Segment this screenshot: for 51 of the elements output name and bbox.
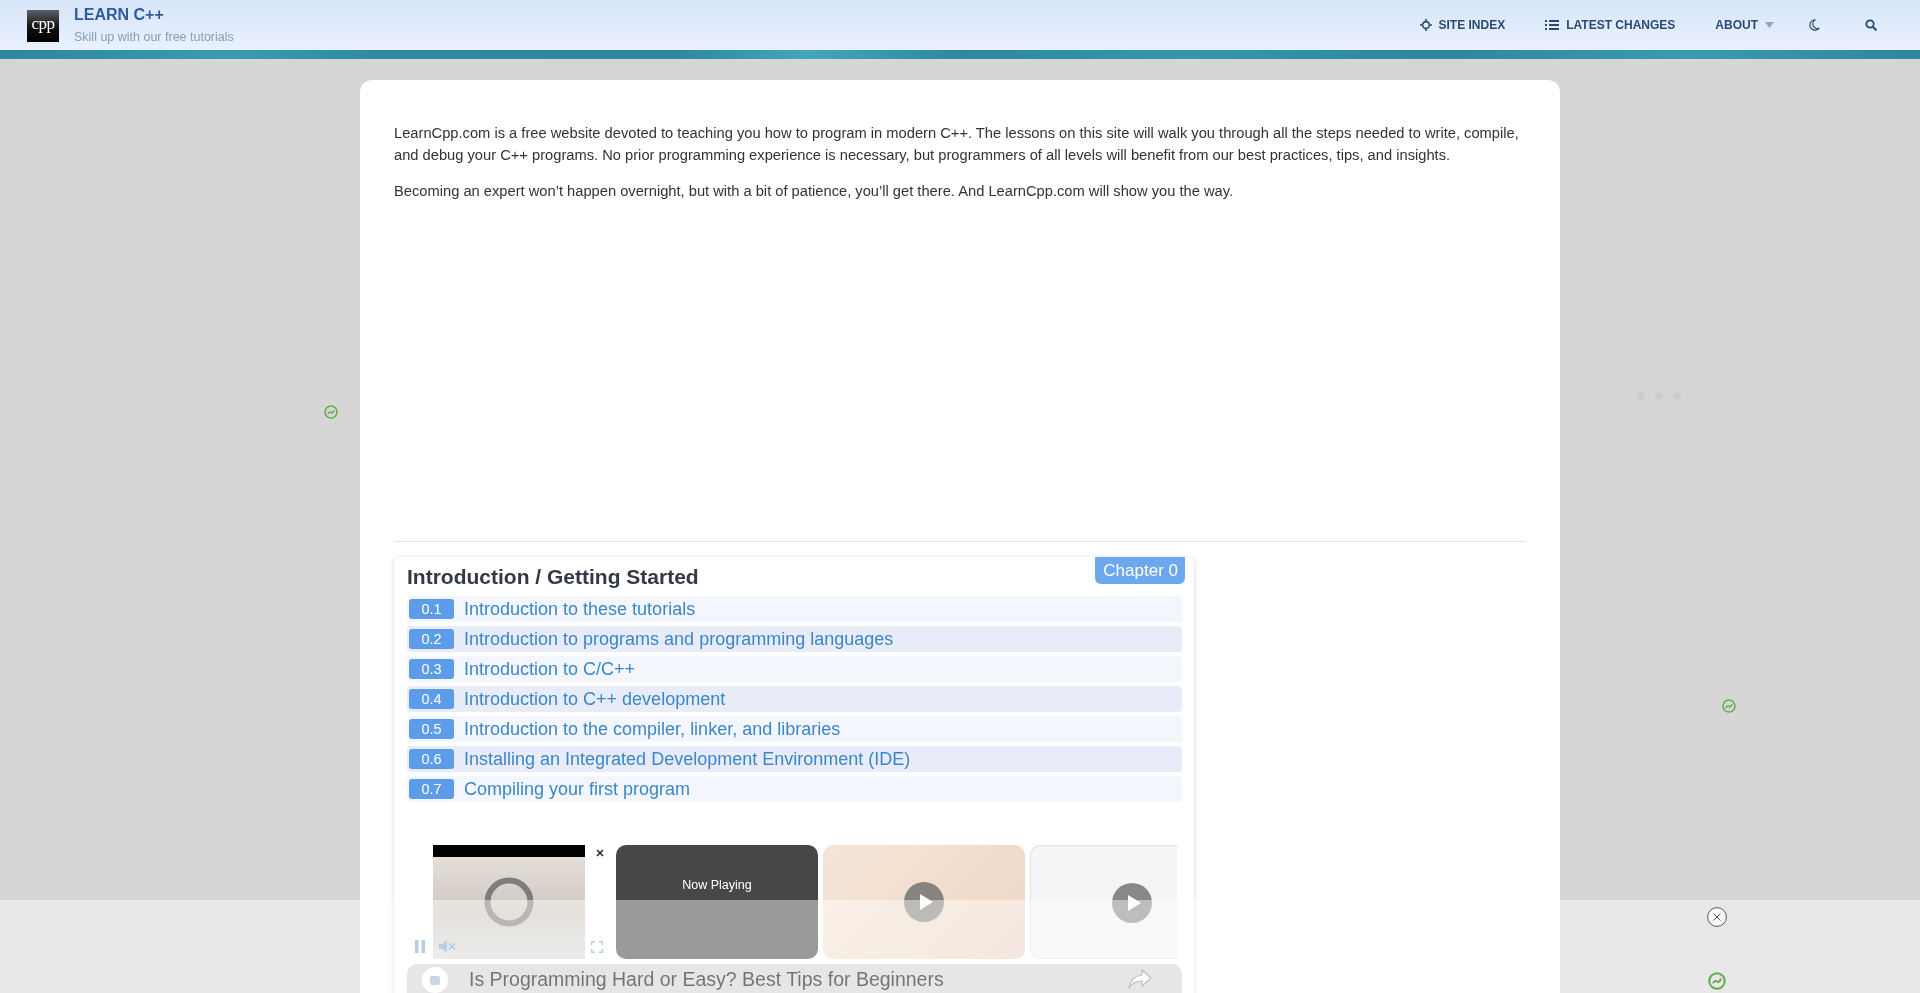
lesson-number: 0.6 bbox=[409, 749, 454, 769]
lesson-row[interactable]: 0.1 Introduction to these tutorials bbox=[407, 596, 1182, 622]
lesson-link[interactable]: Introduction to C++ development bbox=[464, 688, 726, 710]
lesson-row[interactable]: 0.3 Introduction to C/C++ bbox=[407, 656, 1182, 682]
ring-squiggle-icon bbox=[324, 405, 338, 419]
share-icon[interactable] bbox=[1128, 969, 1152, 989]
close-icon[interactable] bbox=[1707, 907, 1727, 927]
video-thumbnail[interactable] bbox=[823, 845, 1025, 959]
video-thumbnail[interactable]: Now Playing bbox=[616, 845, 818, 959]
video-title[interactable]: Is Programming Hard or Easy? Best Tips for Beginners bbox=[469, 968, 944, 990]
site-tagline: Skill up with our free tutorials bbox=[74, 29, 234, 45]
lesson-number: 0.4 bbox=[409, 689, 454, 709]
avatar-icon bbox=[422, 967, 448, 993]
intro-paragraph: Becoming an expert won’t happen overnight, but with a bit of patience, you’ll get there. And LearnCpp.com will show you the way. bbox=[394, 182, 1235, 201]
lesson-link[interactable]: Introduction to C/C++ bbox=[464, 658, 636, 680]
chapter-badge: Chapter 0 bbox=[1095, 557, 1185, 584]
lesson-row[interactable]: 0.6 Installing an Integrated Development Environment (IDE) bbox=[407, 746, 1182, 772]
play-icon[interactable] bbox=[904, 882, 944, 922]
nav-link[interactable]: LATEST CHANGES bbox=[1545, 18, 1676, 32]
ring-squiggle-icon bbox=[1708, 972, 1726, 990]
nav-link[interactable]: SITE INDEX bbox=[1419, 18, 1506, 32]
nav-dropdown[interactable]: ABOUT bbox=[1715, 18, 1774, 32]
caret-icon bbox=[1765, 22, 1774, 28]
lesson-link[interactable]: Compiling your first program bbox=[464, 778, 691, 800]
lesson-number: 0.5 bbox=[409, 719, 454, 739]
lesson-row[interactable]: 0.5 Introduction to the compiler, linker, and libraries bbox=[407, 716, 1182, 742]
lesson-row[interactable]: 0.7 Compiling your first program bbox=[407, 776, 1182, 802]
video-thumbnail[interactable] bbox=[1030, 845, 1177, 959]
video-thumbnail[interactable] bbox=[433, 845, 585, 959]
intro-paragraph: LearnCpp.com is a free website devoted to teaching you how to program in modern C++. The lessons on this site will walk you through all the steps needed to write, compile, and debug your C++ programs. No prior programming experience is necessary, but programmers of all levels will benefit from our best practices, tips, and insights. bbox=[394, 124, 1520, 165]
crosshair-icon bbox=[1419, 19, 1432, 31]
lesson-link[interactable]: Introduction to the compiler, linker, and libraries bbox=[464, 718, 841, 740]
chapter-title: Introduction / Getting Started bbox=[407, 564, 699, 589]
lesson-link[interactable]: Installing an Integrated Development Environment (IDE) bbox=[464, 748, 911, 770]
search-icon[interactable] bbox=[1865, 19, 1877, 31]
lesson-link[interactable]: Introduction to programs and programming languages bbox=[464, 628, 894, 650]
ring-squiggle-icon bbox=[1722, 699, 1736, 713]
lesson-number: 0.1 bbox=[409, 599, 454, 619]
now-playing-label: Now Playing bbox=[682, 878, 752, 893]
lesson-number: 0.2 bbox=[409, 629, 454, 649]
lesson-row[interactable]: 0.2 Introduction to programs and programming languages bbox=[407, 626, 1182, 652]
lesson-link[interactable]: Introduction to these tutorials bbox=[464, 598, 696, 620]
play-icon[interactable] bbox=[1112, 883, 1152, 923]
lesson-row[interactable]: 0.4 Introduction to C++ development bbox=[407, 686, 1182, 712]
ring-icon bbox=[484, 877, 534, 927]
lesson-number: 0.3 bbox=[409, 659, 454, 679]
lesson-number: 0.7 bbox=[409, 779, 454, 799]
site-title[interactable]: LEARN C++ bbox=[74, 5, 234, 24]
moon-icon[interactable] bbox=[1808, 19, 1820, 31]
list-icon bbox=[1545, 19, 1560, 31]
site-logo[interactable]: cpp bbox=[27, 10, 59, 42]
